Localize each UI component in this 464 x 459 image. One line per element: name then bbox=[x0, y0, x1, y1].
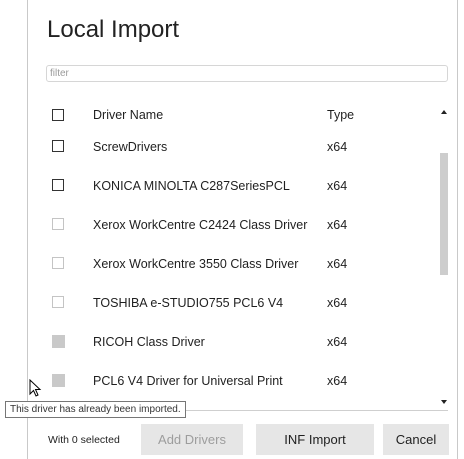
table-row[interactable]: ScrewDrivers x64 bbox=[28, 140, 438, 178]
local-import-dialog: Local Import Driver Name Type ScrewDrive… bbox=[27, 0, 458, 459]
row-checkbox-disabled bbox=[52, 335, 65, 348]
cancel-button[interactable]: Cancel bbox=[383, 424, 449, 455]
already-imported-tooltip: This driver has already been imported. bbox=[5, 401, 186, 418]
driver-name: PCL6 V4 Driver for Universal Print bbox=[93, 374, 283, 388]
column-header-type[interactable]: Type bbox=[327, 108, 354, 122]
filter-input[interactable] bbox=[50, 68, 447, 79]
driver-type: x64 bbox=[327, 179, 348, 193]
driver-type: x64 bbox=[327, 374, 348, 388]
driver-type: x64 bbox=[327, 296, 348, 310]
driver-type: x64 bbox=[327, 257, 348, 271]
row-checkbox[interactable] bbox=[52, 179, 64, 191]
driver-type: x64 bbox=[327, 140, 348, 154]
driver-type: x64 bbox=[327, 335, 348, 349]
list-scrollbar[interactable] bbox=[439, 108, 449, 406]
mouse-pointer-icon bbox=[29, 379, 42, 397]
selected-count-text: With 0 selected bbox=[48, 434, 120, 446]
row-checkbox[interactable] bbox=[52, 218, 64, 230]
table-row[interactable]: Xerox WorkCentre C2424 Class Driver x64 bbox=[28, 218, 438, 256]
driver-name: Xerox WorkCentre C2424 Class Driver bbox=[93, 218, 308, 232]
table-row[interactable]: TOSHIBA e-STUDIO755 PCL6 V4 x64 bbox=[28, 296, 438, 334]
row-checkbox[interactable] bbox=[52, 140, 64, 152]
list-header: Driver Name Type bbox=[28, 106, 438, 144]
row-checkbox[interactable] bbox=[52, 296, 64, 308]
driver-type: x64 bbox=[327, 218, 348, 232]
driver-name: ScrewDrivers bbox=[93, 140, 168, 154]
driver-name: Xerox WorkCentre 3550 Class Driver bbox=[93, 257, 299, 271]
row-checkbox[interactable] bbox=[52, 257, 64, 269]
row-checkbox-disabled bbox=[52, 374, 65, 387]
scroll-down-arrow-icon[interactable] bbox=[441, 400, 447, 404]
table-row: RICOH Class Driver x64 bbox=[28, 335, 438, 373]
add-drivers-button[interactable]: Add Drivers bbox=[141, 424, 243, 455]
dialog-title: Local Import bbox=[47, 16, 180, 43]
driver-name: KONICA MINOLTA C287SeriesPCL bbox=[93, 179, 290, 193]
column-header-driver-name[interactable]: Driver Name bbox=[93, 108, 163, 122]
scrollbar-thumb[interactable] bbox=[440, 153, 448, 275]
filter-field[interactable] bbox=[46, 65, 448, 82]
select-all-checkbox[interactable] bbox=[52, 109, 64, 121]
inf-import-button[interactable]: INF Import bbox=[256, 424, 374, 455]
driver-name: TOSHIBA e-STUDIO755 PCL6 V4 bbox=[93, 296, 284, 310]
driver-list: Driver Name Type ScrewDrivers x64 KONICA… bbox=[28, 96, 438, 406]
table-row[interactable]: KONICA MINOLTA C287SeriesPCL x64 bbox=[28, 179, 438, 217]
driver-name: RICOH Class Driver bbox=[93, 335, 205, 349]
table-row[interactable]: Xerox WorkCentre 3550 Class Driver x64 bbox=[28, 257, 438, 295]
scroll-up-arrow-icon[interactable] bbox=[441, 110, 447, 114]
